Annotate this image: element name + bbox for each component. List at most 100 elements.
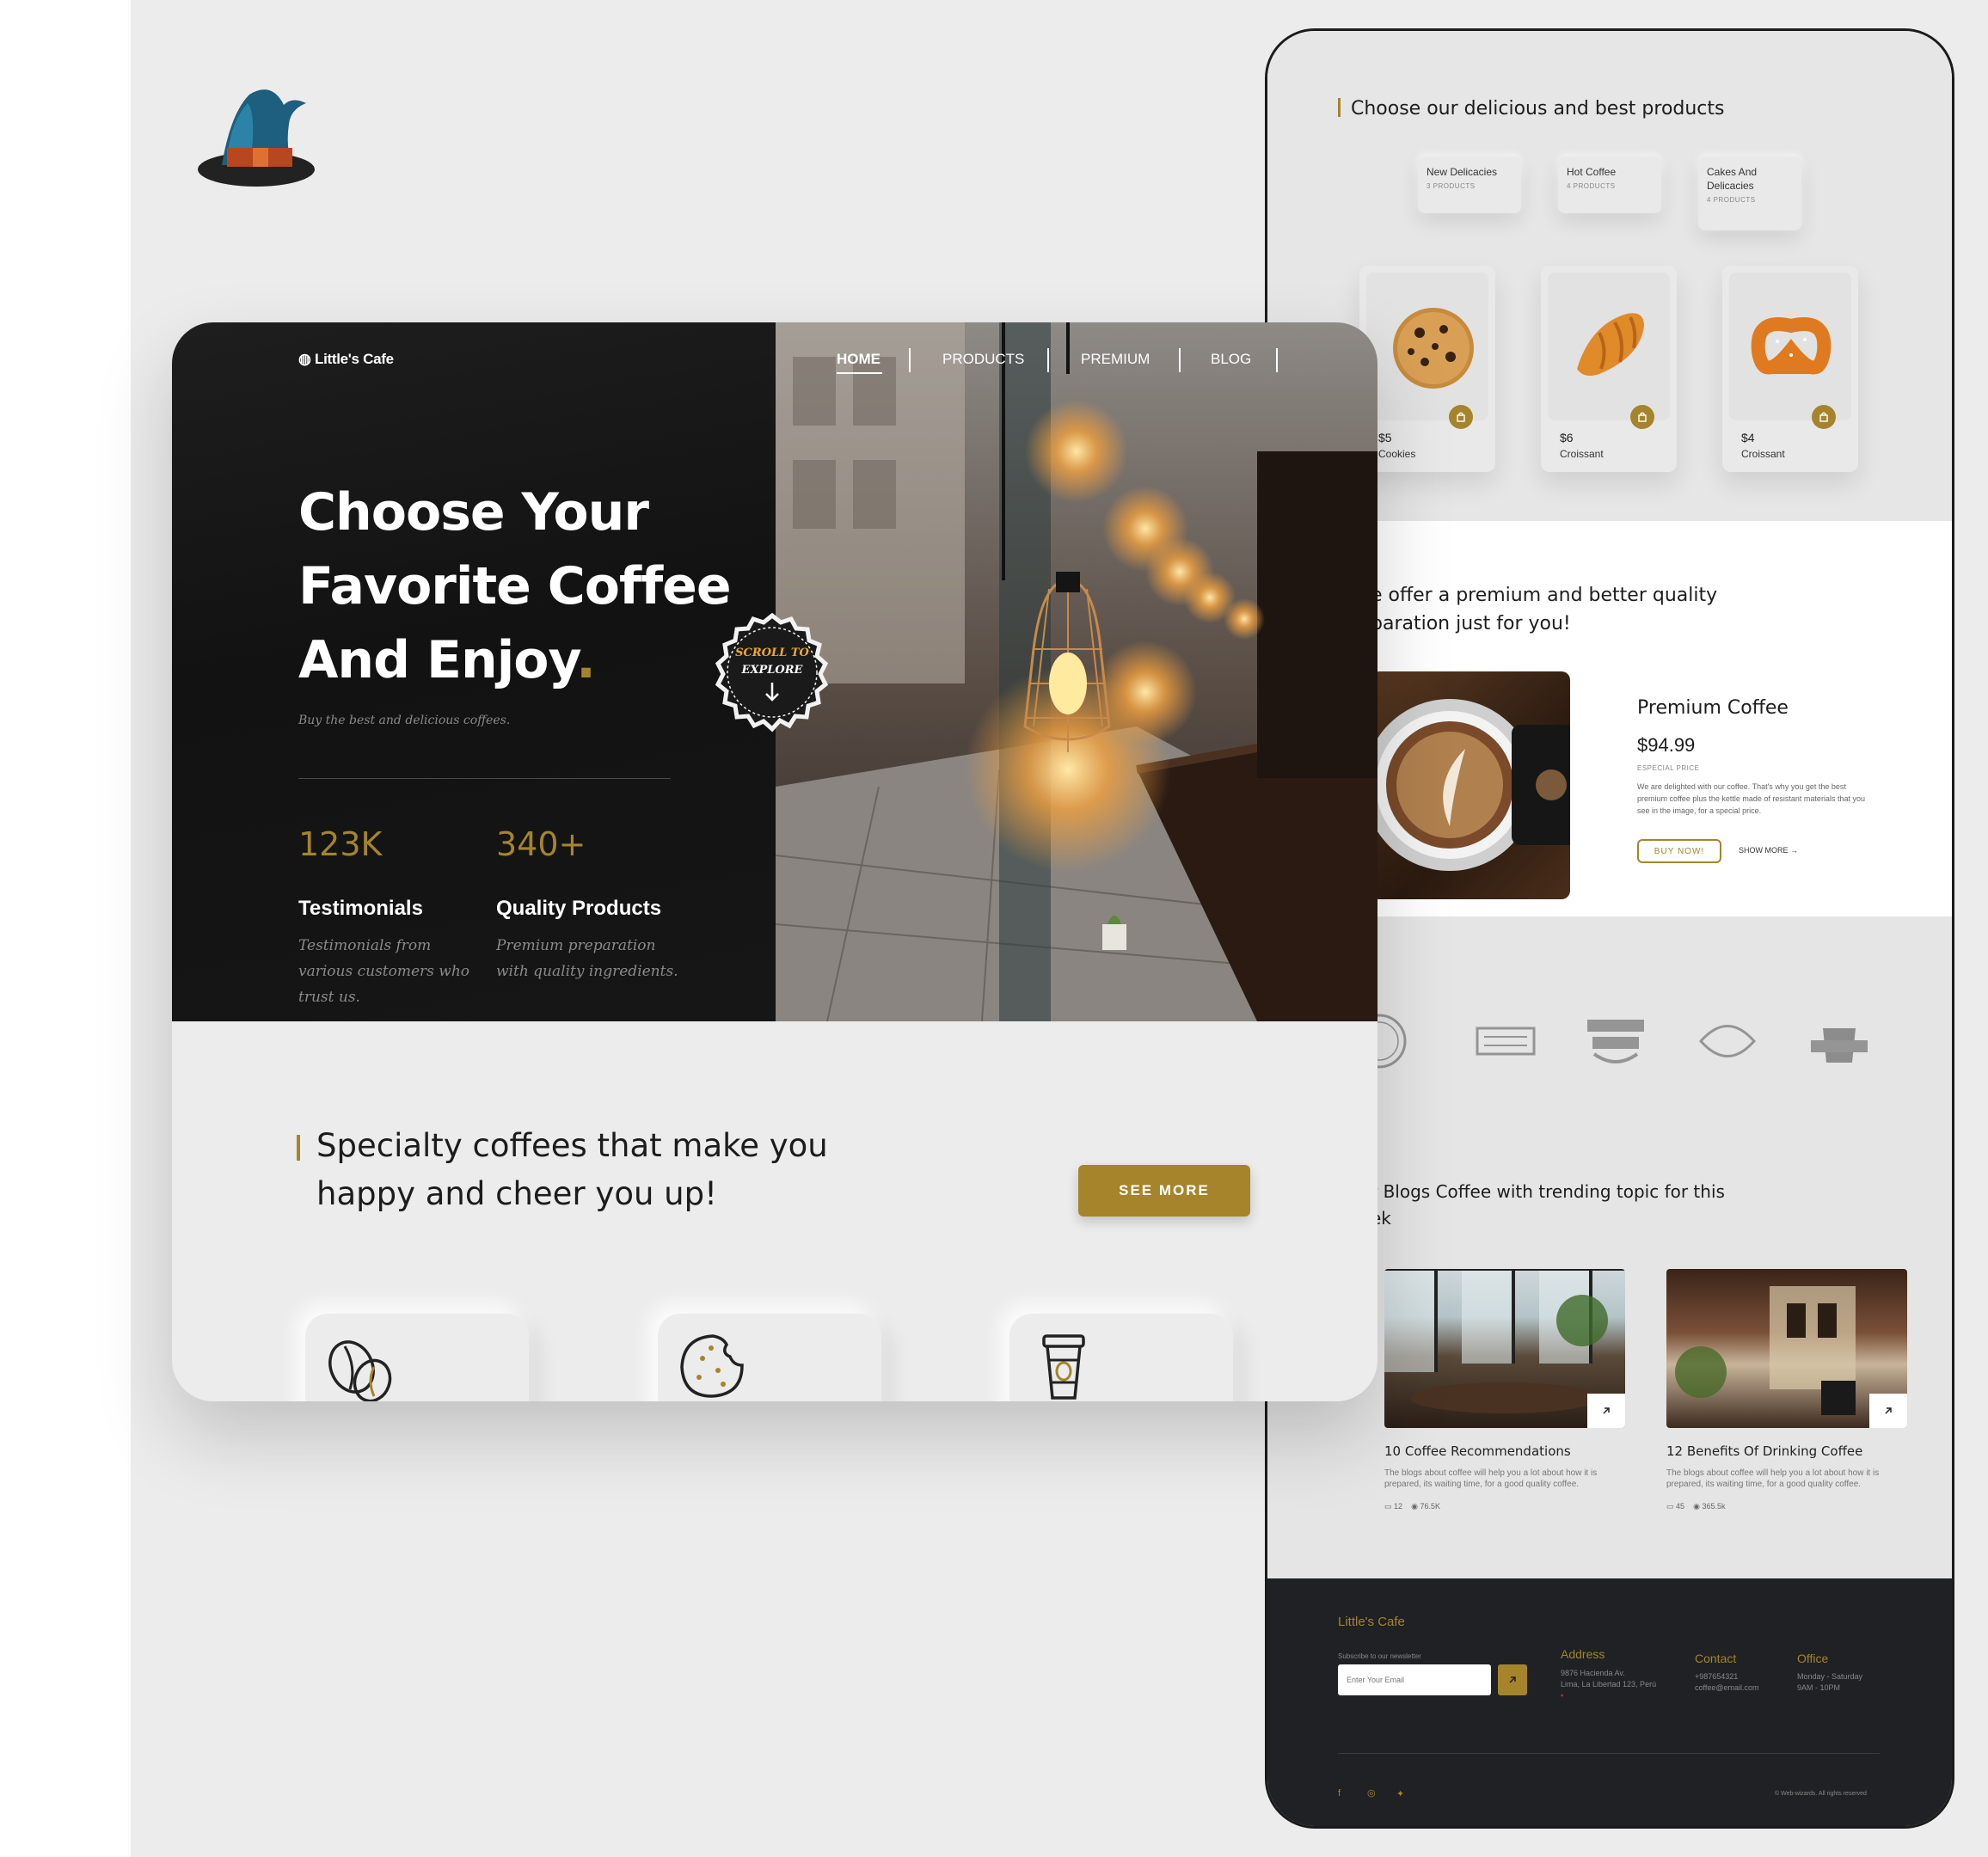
office-text: Monday - Saturday 9AM - 10PM bbox=[1797, 1672, 1863, 1692]
contact-text: +987654321 coffee@email.com bbox=[1695, 1672, 1759, 1692]
blog-meta: ▭ 12 ◉ 76.5K bbox=[1384, 1502, 1440, 1511]
show-more-link[interactable]: SHOW MORE → bbox=[1739, 846, 1798, 855]
blog-image bbox=[1666, 1269, 1907, 1428]
product-name: Cookies bbox=[1378, 448, 1416, 460]
hero-subtitle: Buy the best and delicious coffees. bbox=[298, 714, 511, 727]
cookie-icon bbox=[680, 1334, 744, 1398]
category-hot-coffee[interactable]: Hot Coffee 4 PRODUCTS bbox=[1558, 156, 1661, 213]
feature-card[interactable] bbox=[305, 1314, 529, 1401]
eye-icon: ◉ bbox=[1411, 1502, 1418, 1511]
subscribe-button[interactable] bbox=[1498, 1664, 1527, 1695]
product-image bbox=[1548, 273, 1670, 420]
stat-title: Quality Products bbox=[496, 897, 662, 920]
contact-title: Contact bbox=[1695, 1652, 1737, 1665]
product-name: Croissant bbox=[1741, 448, 1785, 460]
product-price: $6 bbox=[1560, 431, 1574, 444]
feature-card[interactable] bbox=[1009, 1314, 1233, 1401]
open-blog-button[interactable] bbox=[1587, 1394, 1625, 1428]
product-image bbox=[1729, 273, 1851, 420]
open-blog-button[interactable] bbox=[1869, 1394, 1907, 1428]
arrow-up-right-icon bbox=[1885, 1407, 1892, 1414]
flag-icon: ▪ bbox=[1561, 1691, 1564, 1700]
office-title: Office bbox=[1797, 1652, 1829, 1665]
desktop-mockup: ◍ Little's Cafe HOME PRODUCTS PREMIUM BL… bbox=[172, 322, 1377, 1401]
premium-coffee-image bbox=[1371, 671, 1570, 899]
add-to-cart-button[interactable] bbox=[1449, 405, 1473, 429]
scroll-to-explore-button[interactable]: SCROLL TO EXPLORE bbox=[712, 612, 832, 732]
feature-card[interactable] bbox=[658, 1314, 881, 1401]
specialty-heading: Specialty coffees that make you happy an… bbox=[316, 1127, 828, 1212]
nav-products[interactable]: PRODUCTS bbox=[942, 351, 1024, 368]
category-new-delicacies[interactable]: New Delicacies 3 PRODUCTS bbox=[1418, 156, 1521, 213]
premium-title: Premium Coffee bbox=[1637, 697, 1789, 719]
product-card[interactable]: $6 Croissant bbox=[1541, 266, 1677, 472]
product-image bbox=[1366, 273, 1488, 420]
category-cakes[interactable]: Cakes And Delicacies 4 PRODUCTS bbox=[1698, 156, 1801, 230]
twitter-icon[interactable]: ✦ bbox=[1396, 1788, 1404, 1799]
brand-logo[interactable]: ◍ Little's Cafe bbox=[298, 351, 394, 368]
add-to-cart-button[interactable] bbox=[1812, 405, 1836, 429]
partner-logo bbox=[1811, 1028, 1868, 1063]
blog-card[interactable]: 10 Coffee Recommendations The blogs abou… bbox=[1384, 1269, 1625, 1511]
cafe-lamps-image bbox=[776, 322, 1377, 1021]
premium-price: $94.99 bbox=[1637, 734, 1696, 756]
see-more-button[interactable]: SEE MORE bbox=[1078, 1165, 1250, 1217]
stat-value: 123K bbox=[298, 825, 383, 863]
blog-meta: ▭ 45 ◉ 365.5k bbox=[1666, 1502, 1726, 1511]
arrow-right-icon: → bbox=[1790, 846, 1799, 855]
stat-title: Testimonials bbox=[298, 897, 423, 920]
address-text: 9876 Hacienda Av. Lima, La Libertad 123, … bbox=[1561, 1669, 1657, 1700]
badge-text-2: EXPLORE bbox=[741, 664, 803, 677]
comment-icon: ▭ bbox=[1384, 1502, 1392, 1511]
copyright: © Web-wizards. All rights reserved bbox=[1775, 1791, 1867, 1797]
blogs-heading: r Blogs Coffee with trending topic for t… bbox=[1371, 1181, 1725, 1229]
nav-home[interactable]: HOME bbox=[837, 351, 880, 368]
newsletter-label: Subscribe to our newsletter bbox=[1338, 1652, 1421, 1660]
product-card[interactable]: $5 Cookies bbox=[1359, 266, 1495, 472]
add-to-cart-button[interactable] bbox=[1630, 405, 1654, 429]
nav-blog[interactable]: BLOG bbox=[1211, 351, 1251, 368]
address-title: Address bbox=[1561, 1647, 1605, 1661]
comment-icon: ▭ bbox=[1666, 1502, 1674, 1511]
blog-title: 12 Benefits Of Drinking Coffee bbox=[1666, 1443, 1863, 1459]
footer: Little's Cafe Subscribe to our newslette… bbox=[1267, 1578, 1952, 1826]
nav-premium[interactable]: PREMIUM bbox=[1081, 351, 1150, 368]
blog-card[interactable]: 12 Benefits Of Drinking Coffee The blogs… bbox=[1666, 1269, 1907, 1511]
nav-separator bbox=[909, 348, 911, 372]
footer-brand: Little's Cafe bbox=[1338, 1615, 1405, 1629]
instagram-icon[interactable]: ◎ bbox=[1367, 1787, 1376, 1799]
coffee-bean-icon bbox=[328, 1340, 392, 1401]
premium-price-label: ESPECIAL PRICE bbox=[1637, 764, 1700, 772]
arrow-down-icon bbox=[765, 683, 779, 702]
eye-icon: ◉ bbox=[1693, 1502, 1700, 1511]
stat-value: 340+ bbox=[496, 825, 586, 863]
buy-now-button[interactable]: BUY NOW! bbox=[1637, 839, 1721, 863]
partner-logo bbox=[1476, 1027, 1536, 1056]
blog-description: The blogs about coffee will help you a l… bbox=[1666, 1468, 1880, 1489]
product-price: $4 bbox=[1741, 431, 1755, 444]
coffee-cup-icon bbox=[1042, 1334, 1085, 1400]
product-name: Croissant bbox=[1560, 448, 1604, 460]
nav-separator bbox=[1276, 348, 1278, 372]
product-card[interactable]: $4 Croissant bbox=[1722, 266, 1858, 472]
premium-heading: e offer a premium and better quality para… bbox=[1371, 585, 1718, 634]
facebook-icon[interactable]: f bbox=[1338, 1788, 1341, 1799]
wizard-hat-icon bbox=[198, 89, 315, 187]
partner-logo bbox=[1698, 1025, 1757, 1057]
partner-logo bbox=[1587, 1020, 1644, 1063]
product-price: $5 bbox=[1378, 431, 1392, 444]
pretzel-image bbox=[1751, 317, 1832, 375]
coffee-bean-icon: ◍ bbox=[298, 351, 311, 367]
newsletter-email-input[interactable] bbox=[1338, 1664, 1491, 1695]
blog-description: The blogs about coffee will help you a l… bbox=[1384, 1468, 1598, 1489]
hero-divider bbox=[298, 778, 671, 779]
nav-separator bbox=[1047, 348, 1049, 372]
arrow-up-right-icon bbox=[1509, 1676, 1516, 1683]
blog-title: 10 Coffee Recommendations bbox=[1384, 1443, 1571, 1459]
nav-active-underline bbox=[837, 372, 882, 374]
blog-image bbox=[1384, 1269, 1625, 1428]
stat-description: Testimonials from various customers who … bbox=[298, 937, 470, 1006]
arrow-up-right-icon bbox=[1603, 1407, 1610, 1414]
badge-text-1: SCROLL TO bbox=[735, 647, 809, 659]
bag-icon bbox=[1638, 412, 1647, 422]
